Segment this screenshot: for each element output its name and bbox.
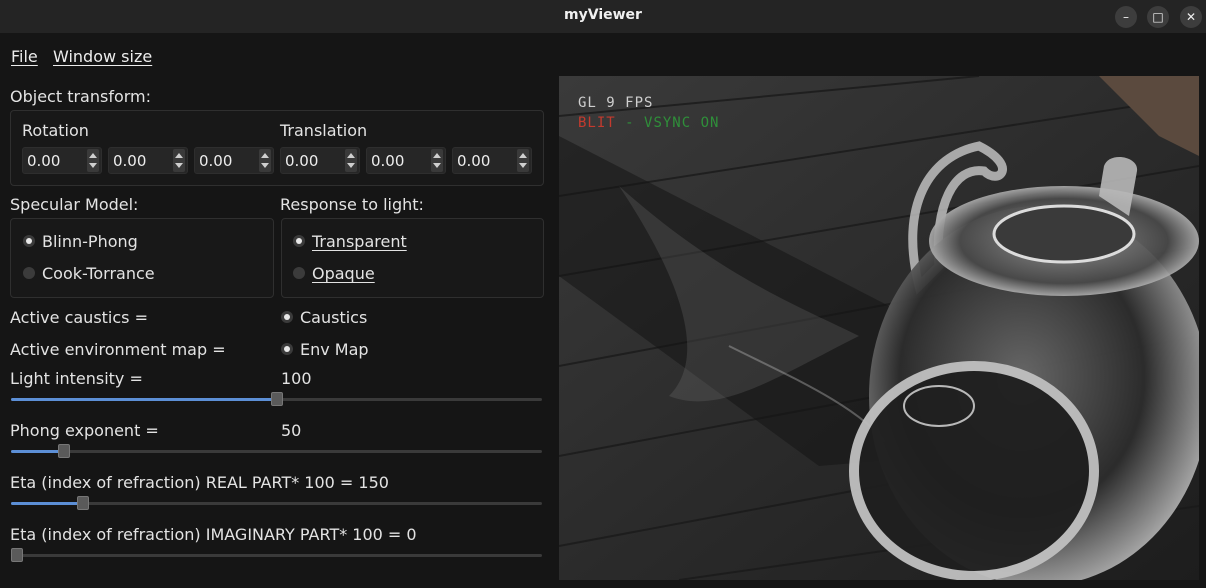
rotation-z-value: 0.00 xyxy=(199,152,233,170)
light-intensity-value: 100 xyxy=(281,369,312,388)
rotation-z-spinbox[interactable]: 0.00 xyxy=(194,147,274,174)
translation-y-value: 0.00 xyxy=(371,152,405,170)
env-map-checkbox[interactable] xyxy=(281,343,293,355)
arrow-down-icon[interactable] xyxy=(347,163,355,168)
object-transform-title: Object transform: xyxy=(10,87,152,106)
menu-bar: File Window size xyxy=(0,33,1206,78)
radio-blinn-phong[interactable] xyxy=(23,235,35,247)
transparent-label[interactable]: Transparent xyxy=(312,232,407,251)
minimize-button[interactable]: – xyxy=(1115,6,1137,28)
eta-real-fill xyxy=(11,502,83,505)
translation-y-spinbox[interactable]: 0.00 xyxy=(366,147,446,174)
translation-x-spinbox[interactable]: 0.00 xyxy=(280,147,360,174)
blinn-phong-label[interactable]: Blinn-Phong xyxy=(42,232,138,251)
menu-window-size[interactable]: Window size xyxy=(53,47,152,66)
arrow-down-icon[interactable] xyxy=(261,163,269,168)
eta-real-slider[interactable] xyxy=(11,496,542,510)
opaque-label[interactable]: Opaque xyxy=(312,264,375,283)
specular-model-title: Specular Model: xyxy=(10,195,139,214)
phong-exponent-label: Phong exponent = xyxy=(10,421,159,440)
active-caustics-label: Active caustics = xyxy=(10,308,148,327)
radio-cook-torrance[interactable] xyxy=(23,267,35,279)
phong-exponent-slider[interactable] xyxy=(11,444,542,458)
light-intensity-fill xyxy=(11,398,277,401)
hud-vsync: VSYNC ON xyxy=(644,115,720,131)
response-group xyxy=(281,218,544,298)
env-map-toggle-label[interactable]: Env Map xyxy=(300,340,369,359)
translation-y-stepper[interactable] xyxy=(431,149,443,172)
light-intensity-slider[interactable] xyxy=(11,392,542,406)
arrow-up-icon[interactable] xyxy=(261,153,269,158)
translation-x-stepper[interactable] xyxy=(345,149,357,172)
arrow-up-icon[interactable] xyxy=(519,153,527,158)
close-icon: ✕ xyxy=(1185,10,1197,24)
phong-exponent-value: 50 xyxy=(281,421,302,440)
rotation-y-spinbox[interactable]: 0.00 xyxy=(108,147,188,174)
response-to-light-title: Response to light: xyxy=(280,195,424,214)
phong-exponent-fill xyxy=(11,450,65,453)
radio-opaque[interactable] xyxy=(293,267,305,279)
hud-status: BLIT - VSYNC ON xyxy=(578,115,719,131)
rotation-x-value: 0.00 xyxy=(27,152,61,170)
rotation-label: Rotation xyxy=(22,121,89,140)
arrow-down-icon[interactable] xyxy=(89,163,97,168)
eta-imaginary-value: 0 xyxy=(406,525,417,544)
light-intensity-handle[interactable] xyxy=(270,392,283,406)
rotation-x-spinbox[interactable]: 0.00 xyxy=(22,147,102,174)
arrow-up-icon[interactable] xyxy=(347,153,355,158)
active-env-map-label: Active environment map = xyxy=(10,340,226,359)
caustics-toggle-label[interactable]: Caustics xyxy=(300,308,367,327)
arrow-down-icon[interactable] xyxy=(519,163,527,168)
translation-z-value: 0.00 xyxy=(457,152,491,170)
caustics-checkbox[interactable] xyxy=(281,311,293,323)
rotation-y-stepper[interactable] xyxy=(173,149,185,172)
translation-x-value: 0.00 xyxy=(285,152,319,170)
arrow-down-icon[interactable] xyxy=(175,163,183,168)
translation-z-spinbox[interactable]: 0.00 xyxy=(452,147,532,174)
phong-exponent-handle[interactable] xyxy=(58,444,71,458)
radio-transparent[interactable] xyxy=(293,235,305,247)
rotation-x-stepper[interactable] xyxy=(87,149,99,172)
rotation-y-value: 0.00 xyxy=(113,152,147,170)
eta-imaginary-slider[interactable] xyxy=(11,548,542,562)
render-viewport[interactable]: GL 9 FPS BLIT - VSYNC ON xyxy=(559,76,1199,580)
arrow-up-icon[interactable] xyxy=(433,153,441,158)
cook-torrance-label[interactable]: Cook-Torrance xyxy=(42,264,155,283)
eta-real-value: 150 xyxy=(358,473,389,492)
translation-label: Translation xyxy=(280,121,368,140)
hud-blit: BLIT xyxy=(578,115,616,131)
rotation-z-stepper[interactable] xyxy=(259,149,271,172)
eta-real-label: Eta (index of refraction) REAL PART* 100… xyxy=(10,473,389,492)
specular-model-group xyxy=(10,218,274,298)
light-intensity-label: Light intensity = xyxy=(10,369,143,388)
minimize-icon: – xyxy=(1123,10,1129,24)
translation-z-stepper[interactable] xyxy=(517,149,529,172)
arrow-up-icon[interactable] xyxy=(89,153,97,158)
arrow-up-icon[interactable] xyxy=(175,153,183,158)
title-bar: myViewer – □ ✕ xyxy=(0,0,1206,33)
menu-file[interactable]: File xyxy=(11,47,38,66)
maximize-button[interactable]: □ xyxy=(1147,6,1169,28)
arrow-down-icon[interactable] xyxy=(433,163,441,168)
window-title: myViewer xyxy=(564,7,642,23)
rendered-scene xyxy=(559,76,1199,580)
hud-dash: - xyxy=(615,115,645,131)
hud-fps: GL 9 FPS xyxy=(578,95,654,111)
eta-imaginary-handle[interactable] xyxy=(11,548,23,562)
eta-imaginary-label: Eta (index of refraction) IMAGINARY PART… xyxy=(10,525,417,544)
eta-real-handle[interactable] xyxy=(76,496,89,510)
close-button[interactable]: ✕ xyxy=(1180,6,1202,28)
maximize-icon: □ xyxy=(1152,10,1164,24)
